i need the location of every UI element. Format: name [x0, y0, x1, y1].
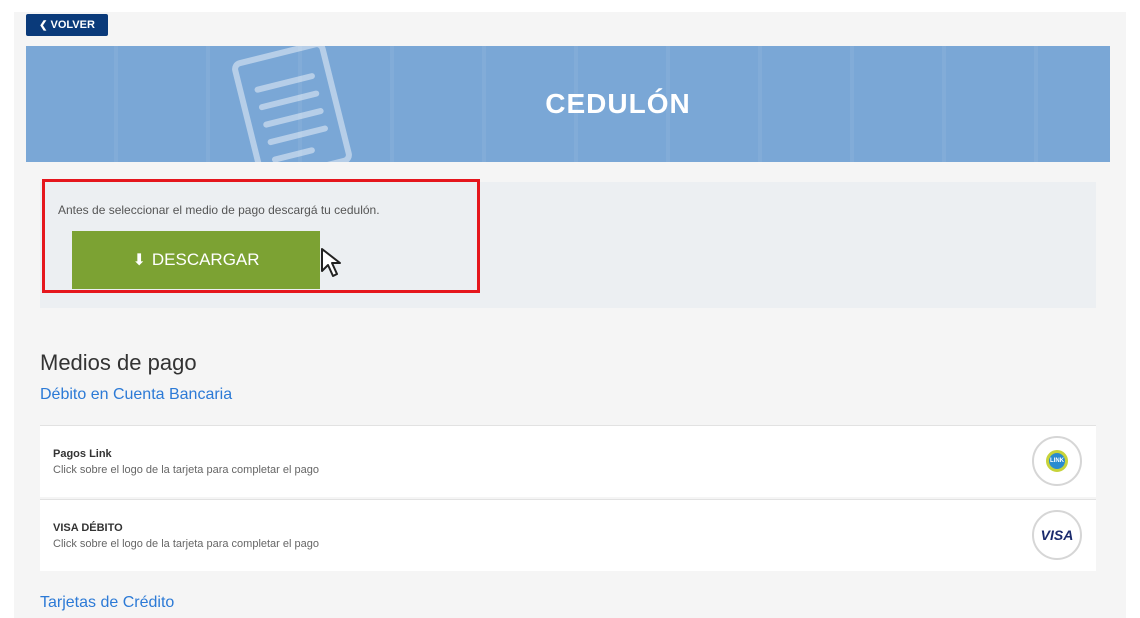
page-title: CEDULÓN — [545, 88, 691, 119]
mouse-cursor-icon — [321, 248, 341, 277]
page-banner: CEDULÓN — [26, 46, 1110, 162]
highlight-annotation — [42, 179, 480, 293]
back-button[interactable]: ❮ VOLVER — [26, 14, 108, 36]
link-logo-icon: LINK — [1046, 450, 1068, 472]
back-button-label: VOLVER — [50, 19, 95, 31]
payment-method-card: VISA DÉBITO Click sobre el logo de la ta… — [40, 499, 1096, 571]
payment-method-description: Click sobre el logo de la tarjeta para c… — [53, 464, 319, 476]
link-logo-button[interactable]: LINK — [1032, 436, 1082, 486]
chevron-left-icon: ❮ — [39, 19, 48, 31]
payment-methods-title: Medios de pago — [40, 350, 197, 375]
payment-method-name: VISA DÉBITO — [53, 522, 123, 534]
payment-method-description: Click sobre el logo de la tarjeta para c… — [53, 538, 319, 550]
visa-logo-icon: VISA — [1040, 527, 1074, 543]
payment-method-name: Pagos Link — [53, 448, 112, 460]
payment-method-card: Pagos Link Click sobre el logo de la tar… — [40, 425, 1096, 497]
visa-logo-button[interactable]: VISA — [1032, 510, 1082, 560]
credit-cards-section-link[interactable]: Tarjetas de Crédito — [40, 594, 174, 612]
debit-section-link[interactable]: Débito en Cuenta Bancaria — [40, 386, 232, 404]
